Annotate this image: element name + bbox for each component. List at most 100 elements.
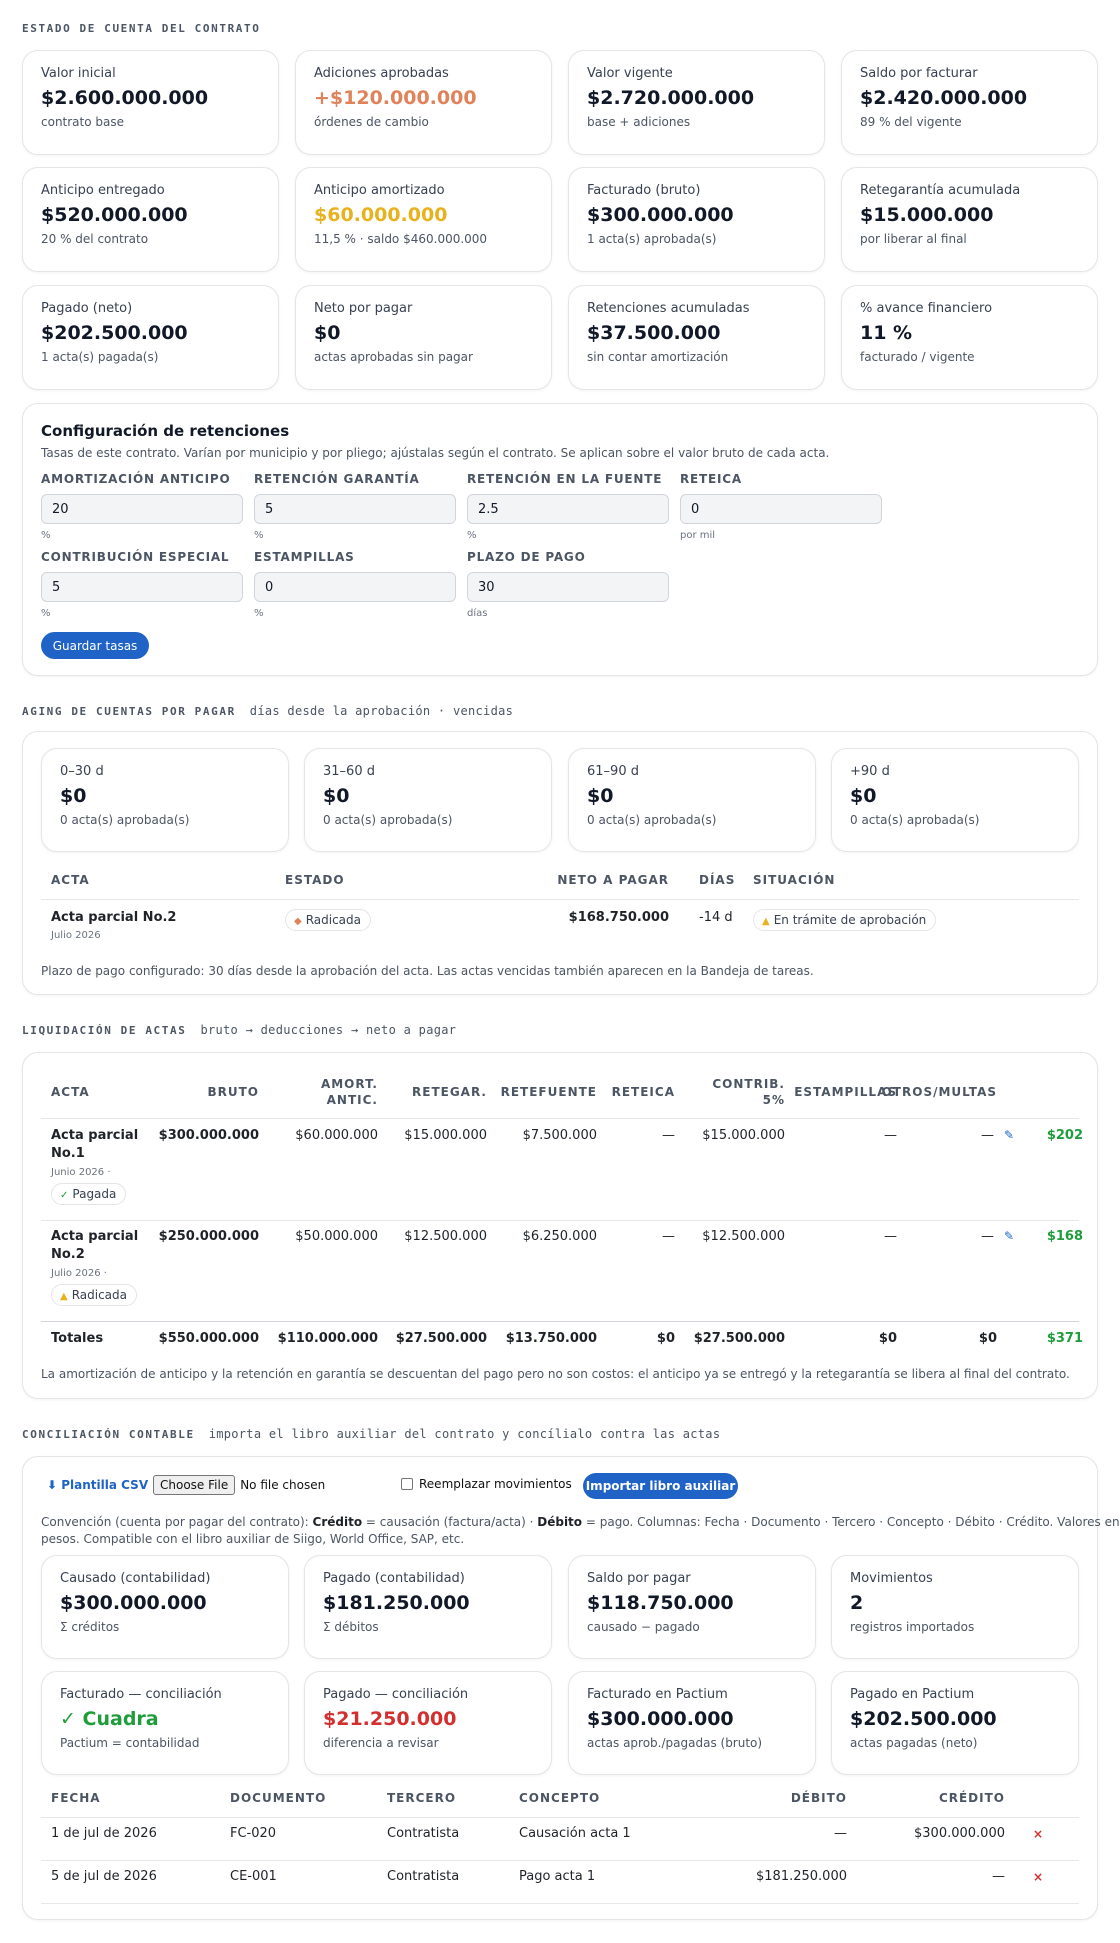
rate-unit: días [467, 608, 488, 619]
rate-input[interactable] [680, 494, 882, 524]
kpi-sub: 1 acta(s) aprobada(s) [587, 232, 717, 246]
bucket-value: $0 [323, 785, 350, 807]
table-divider [41, 1118, 1079, 1119]
bucket-label: 31–60 d [323, 764, 375, 779]
bucket-label: 61–90 d [587, 764, 639, 779]
table-header: Otros/Multas [881, 1085, 997, 1099]
table-header: Acta [51, 873, 90, 887]
kpi-value: $15.000.000 [860, 204, 994, 226]
status-badge-label: Radicada [305, 913, 362, 927]
rate-input[interactable] [254, 572, 456, 602]
status-badge: ✓ Pagada [51, 1183, 127, 1205]
rate-unit: % [254, 608, 264, 619]
kpi-label: Anticipo entregado [41, 183, 165, 198]
kpi-sub: 89 % del vigente [860, 115, 962, 129]
choose-file-button[interactable]: Choose File [153, 1475, 236, 1495]
bucket-label: +90 d [850, 764, 890, 779]
delete-icon[interactable]: × [1033, 1870, 1043, 1884]
cell-estamp: — [884, 1229, 897, 1244]
acta-date: Julio 2026 · [51, 1268, 107, 1279]
bucket-value: $0 [60, 785, 87, 807]
aging-bucket-card: 61–90 d $0 0 acta(s) aprobada(s) [568, 748, 816, 852]
kpi-sub: Σ débitos [323, 1620, 379, 1634]
acta-number[interactable]: No.2 [51, 1247, 85, 1262]
convention-part: = causación (factura/acta) · [362, 1515, 538, 1529]
kpi-card: % avance financiero 11 % facturado / vigen… [841, 285, 1098, 390]
import-ledger-button[interactable]: Importar libro auxiliar [583, 1473, 738, 1499]
table-divider [41, 899, 1079, 900]
rate-input[interactable] [467, 494, 669, 524]
config-description: Tasas de este contrato. Varían por munic… [41, 446, 830, 460]
ledger-cell-doc: CE-001 [230, 1869, 277, 1884]
section-title: Aging de cuentas por pagar [22, 705, 236, 718]
ledger-cell-doc: FC-020 [230, 1826, 277, 1841]
kpi-value: $300.000.000 [587, 204, 734, 226]
table-header: Crédito [938, 1791, 1005, 1805]
rate-unit: % [41, 530, 51, 541]
kpi-label: Anticipo amortizado [314, 183, 445, 198]
cell-neto: $168 [1046, 1229, 1083, 1244]
status-badge-label: Pagada [72, 1187, 117, 1201]
kpi-value: $300.000.000 [587, 1708, 734, 1730]
ledger-cell-credito: $300.000.000 [914, 1826, 1005, 1841]
kpi-sub: 1 acta(s) pagada(s) [41, 350, 159, 364]
kpi-label: Valor inicial [41, 66, 116, 81]
rate-input[interactable] [467, 572, 669, 602]
convention-part: Convención (cuenta por pagar del contrat… [41, 1515, 313, 1529]
rate-input[interactable] [254, 494, 456, 524]
reemplazar-checkbox-row[interactable]: Reemplazar movimientos [401, 1477, 572, 1491]
table-header: Concepto [519, 1791, 601, 1805]
aging-panel: 0–30 d $0 0 acta(s) aprobada(s) 31–60 d $0 0 … [22, 731, 1098, 995]
table-divider [41, 1903, 1079, 1904]
rate-input[interactable] [41, 494, 243, 524]
ledger-cell-tercero: Contratista [387, 1869, 460, 1884]
cell-neto: $202 [1046, 1128, 1083, 1143]
download-icon: ⬇ [47, 1478, 58, 1492]
kpi-value: $520.000.000 [41, 204, 188, 226]
kpi-sub: 20 % del contrato [41, 232, 149, 246]
plantilla-csv-label: Plantilla CSV [61, 1478, 149, 1492]
table-header: Situación [753, 873, 836, 887]
acta-number[interactable]: No.1 [51, 1146, 85, 1161]
bucket-value: $0 [850, 785, 877, 807]
convention-part: = pago. Columnas: Fecha · Documento · Te… [582, 1515, 1120, 1529]
convention-text-line1: Convención (cuenta por pagar del contrat… [41, 1515, 1120, 1529]
delete-icon[interactable]: × [1033, 1827, 1043, 1841]
section-header-aging: Aging de cuentas por pagar días desde la… [22, 704, 513, 718]
kpi-label: Pagado — conciliación [323, 1687, 469, 1702]
kpi-label: Retegarantía acumulada [860, 183, 1021, 198]
kpi-label: Neto por pagar [314, 301, 413, 316]
kpi-value: $181.250.000 [323, 1592, 470, 1614]
plantilla-csv-link[interactable]: ⬇ Plantilla CSV [47, 1478, 148, 1492]
kpi-card: Saldo por facturar $2.420.000.000 89 % del… [841, 50, 1098, 155]
liquidacion-note: La amortización de anticipo y la retenci… [41, 1367, 1070, 1381]
reemplazar-checkbox[interactable] [401, 1478, 413, 1490]
save-rates-button[interactable]: Guardar tasas [41, 632, 149, 659]
section-subtitle: importa el libro auxiliar del contrato y… [208, 1427, 721, 1441]
kpi-value: $300.000.000 [60, 1592, 207, 1614]
acta-date: Junio 2026 · [51, 1167, 111, 1178]
table-divider [41, 1220, 1079, 1221]
aging-bucket-card: 0–30 d $0 0 acta(s) aprobada(s) [41, 748, 289, 852]
kpi-label: Retenciones acumuladas [587, 301, 750, 316]
reconciliation-kpi-card: Causado (contabilidad) $300.000.000 Σ créd… [41, 1555, 289, 1659]
reconciliation-kpi-card: Saldo por pagar $118.750.000 causado − pag… [568, 1555, 816, 1659]
kpi-label: Causado (contabilidad) [60, 1571, 211, 1586]
rate-input[interactable] [41, 572, 243, 602]
situation-badge: ▲ En trámite de aprobación [753, 909, 937, 931]
kpi-value: $60.000.000 [314, 204, 448, 226]
section-subtitle: bruto → deducciones → neto a pagar [200, 1023, 457, 1037]
kpi-card: Pagado (neto) $202.500.000 1 acta(s) pagad… [22, 285, 279, 390]
situation-badge-label: En trámite de aprobación [773, 913, 927, 927]
file-input[interactable]: Choose File No file chosen [153, 1474, 325, 1496]
kpi-card: Anticipo amortizado $60.000.000 11,5 % · s… [295, 167, 552, 272]
ledger-cell-concepto: Causación acta 1 [519, 1826, 631, 1841]
kpi-value: +$120.000.000 [314, 87, 477, 109]
aging-acta-name[interactable]: Acta parcial No.2 [51, 910, 176, 925]
totals-label: Totales [51, 1331, 104, 1346]
kpi-card: Retenciones acumuladas $37.500.000 sin con… [568, 285, 825, 390]
kpi-card: Adiciones aprobadas +$120.000.000 órdenes … [295, 50, 552, 155]
kpi-card: Facturado (bruto) $300.000.000 1 acta(s) a… [568, 167, 825, 272]
debit-term: Débito [537, 1515, 583, 1529]
kpi-sub: base + adiciones [587, 115, 691, 129]
